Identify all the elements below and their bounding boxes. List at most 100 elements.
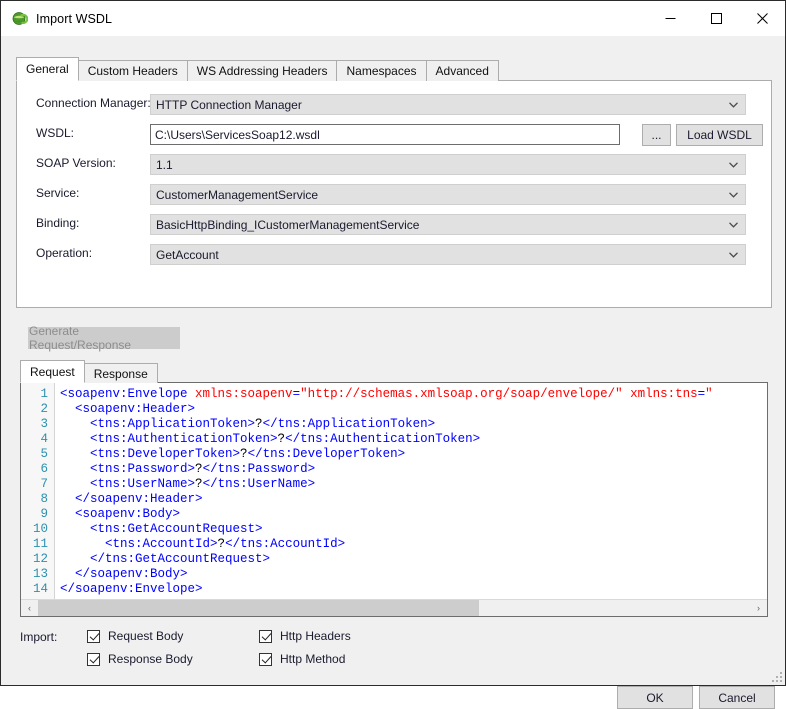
xml-code-content[interactable]: <soapenv:Envelope xmlns:soapenv="http://… <box>55 383 767 599</box>
close-button[interactable] <box>739 1 785 36</box>
chevron-down-icon <box>729 95 738 114</box>
ok-button[interactable]: OK <box>617 686 693 709</box>
chevron-down-icon <box>729 185 738 204</box>
line-number: 9 <box>40 507 48 521</box>
checkbox-box[interactable] <box>259 652 272 666</box>
code-line: <tns:Password>?</tns:Password> <box>60 462 767 477</box>
title-bar[interactable]: Import WSDL <box>1 1 785 36</box>
line-number: 10 <box>32 522 48 536</box>
cancel-button[interactable]: Cancel <box>699 686 775 709</box>
maximize-button[interactable] <box>693 1 739 36</box>
field-operation: Operation: GetAccount <box>17 244 771 265</box>
scroll-right-icon[interactable]: › <box>750 599 767 616</box>
line-number: 2 <box>40 402 48 416</box>
code-token: <tns:AuthenticationToken> <box>90 432 278 446</box>
code-token: </tns:UserName> <box>202 477 316 491</box>
soap-version-combobox[interactable]: 1.1 <box>150 154 746 175</box>
load-wsdl-button[interactable]: Load WSDL <box>676 124 763 146</box>
checkbox-box[interactable] <box>87 652 100 666</box>
code-token: </tns:GetAccountRequest> <box>90 552 271 566</box>
scroll-thumb[interactable] <box>38 599 480 616</box>
checkbox-label: Response Body <box>108 652 193 666</box>
import-label: Import: <box>20 630 58 644</box>
generate-request-response-button[interactable]: Generate Request/Response <box>28 324 180 352</box>
tab-general[interactable]: General <box>16 57 79 81</box>
resize-grip[interactable] <box>771 671 783 683</box>
tab-ws-addressing-headers[interactable]: WS Addressing Headers <box>186 60 338 81</box>
code-line: <tns:ApplicationToken>?</tns:Application… <box>60 417 767 432</box>
chevron-down-icon <box>729 215 738 234</box>
wsdl-value: C:\Users\ServicesSoap12.wsdl <box>155 127 320 142</box>
soap-version-label: SOAP Version: <box>36 156 116 170</box>
tab-namespaces[interactable]: Namespaces <box>336 60 427 81</box>
code-line: <tns:DeveloperToken>?</tns:DeveloperToke… <box>60 447 767 462</box>
field-wsdl: WSDL: C:\Users\ServicesSoap12.wsdl ... L… <box>17 124 771 146</box>
checkbox-http-headers[interactable]: Http Headers <box>259 629 351 643</box>
request-response-tab-strip: Request Response <box>20 360 760 383</box>
editor-horizontal-scrollbar[interactable]: ‹ › <box>21 599 767 616</box>
code-line: <soapenv:Envelope xmlns:soapenv="http://… <box>60 387 767 402</box>
browse-button[interactable]: ... <box>642 124 671 146</box>
xml-editor[interactable]: 1 2 3 4 5 6 7 8 9 10 11 12 13 14 <soapenv:Envelope xm… <box>20 382 768 617</box>
tab-advanced[interactable]: Advanced <box>425 60 499 81</box>
scroll-track[interactable] <box>38 599 750 616</box>
service-value: CustomerManagementService <box>156 187 319 202</box>
checkbox-response-body[interactable]: Response Body <box>87 652 193 666</box>
line-number: 11 <box>32 537 48 551</box>
code-line: </soapenv:Header> <box>60 492 767 507</box>
code-line: <tns:AuthenticationToken>?</tns:Authenti… <box>60 432 767 447</box>
dialog-body: General Custom Headers WS Addressing Heade… <box>1 36 785 709</box>
code-line: </tns:GetAccountRequest> <box>60 552 767 567</box>
window-title: Import WSDL <box>36 11 113 26</box>
field-soap-version: SOAP Version: 1.1 <box>17 154 771 175</box>
code-line: <tns:GetAccountRequest> <box>60 522 767 537</box>
import-wsdl-dialog: Import WSDL General Custom Headers WS Addr… <box>0 0 786 709</box>
checkbox-label: Http Method <box>280 652 346 666</box>
subtab-response[interactable]: Response <box>83 363 158 383</box>
code-token: xmlns:soapenv <box>195 387 293 401</box>
code-token: <tns:ApplicationToken> <box>90 417 256 431</box>
checkbox-http-method[interactable]: Http Method <box>259 652 345 666</box>
tab-custom-headers[interactable]: Custom Headers <box>77 60 188 81</box>
checkbox-box[interactable] <box>259 629 272 643</box>
line-number: 13 <box>32 567 48 581</box>
code-token: </tns:ApplicationToken> <box>262 417 436 431</box>
chevron-down-icon <box>729 155 738 174</box>
code-token: ? <box>240 447 248 461</box>
subtab-request[interactable]: Request <box>20 360 85 383</box>
code-line: <soapenv:Header> <box>60 402 767 417</box>
line-number: 14 <box>32 582 48 596</box>
scroll-left-icon[interactable]: ‹ <box>21 599 38 616</box>
binding-label: Binding: <box>36 216 80 230</box>
binding-combobox[interactable]: BasicHttpBinding_ICustomerManagementServ… <box>150 214 746 235</box>
code-line: <soapenv:Body> <box>60 507 767 522</box>
line-number: 3 <box>40 417 48 431</box>
checkbox-request-body[interactable]: Request Body <box>87 629 183 643</box>
code-token: ? <box>217 537 226 551</box>
window-controls <box>647 1 785 36</box>
wsdl-label: WSDL: <box>36 126 75 140</box>
code-token: <tns:DeveloperToken> <box>90 447 241 461</box>
code-token: "http://schemas.xmlsoap.org/soap/envelop… <box>300 387 631 401</box>
minimize-button[interactable] <box>647 1 693 36</box>
code-token: = <box>292 387 301 401</box>
code-token: </tns:DeveloperToken> <box>247 447 406 461</box>
code-token: </tns:AuthenticationToken> <box>285 432 481 446</box>
wsdl-input[interactable]: C:\Users\ServicesSoap12.wsdl <box>150 124 620 145</box>
service-combobox[interactable]: CustomerManagementService <box>150 184 746 205</box>
operation-combobox[interactable]: GetAccount <box>150 244 746 265</box>
field-service: Service: CustomerManagementService <box>17 184 771 205</box>
editor-body: 1 2 3 4 5 6 7 8 9 10 11 12 13 14 <soapenv:Envelope xm… <box>21 383 767 599</box>
line-number: 5 <box>40 447 48 461</box>
code-token: </tns:AccountId> <box>225 537 346 551</box>
code-token: " <box>705 387 713 401</box>
code-token: </soapenv:Header> <box>75 492 203 506</box>
service-label: Service: <box>36 186 80 200</box>
line-number: 1 <box>40 387 48 401</box>
connection-manager-label: Connection Manager: <box>36 96 151 110</box>
code-token: <tns:AccountId> <box>105 537 218 551</box>
connection-manager-combobox[interactable]: HTTP Connection Manager <box>150 94 746 115</box>
code-token: <tns:UserName> <box>90 477 196 491</box>
code-token: <tns:GetAccountRequest> <box>90 522 263 536</box>
checkbox-box[interactable] <box>87 629 100 643</box>
